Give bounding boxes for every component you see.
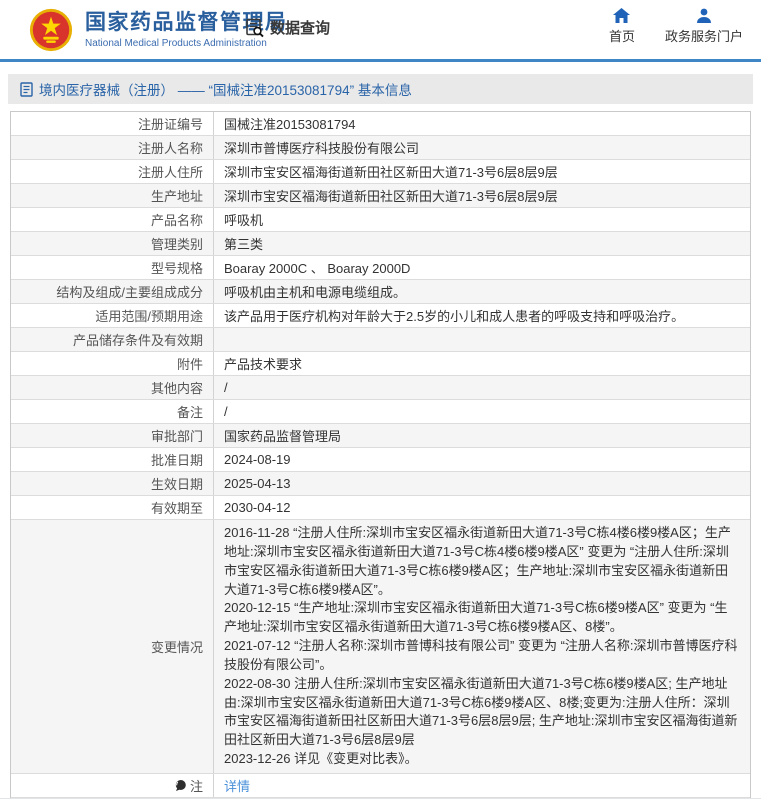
row-value: 该产品用于医疗机构对年龄大于2.5岁的小儿和成人患者的呼吸支持和呼吸治疗。 <box>214 304 750 327</box>
table-row-change-history: 变更情况 2016-11-28 “注册人住所:深圳市宝安区福永街道新田大道71-… <box>11 520 750 774</box>
row-label: 产品名称 <box>11 208 214 231</box>
row-label: 生产地址 <box>11 184 214 207</box>
row-label: 注册证编号 <box>11 112 214 135</box>
document-search-icon <box>245 18 265 38</box>
row-value: 详情 <box>214 774 750 797</box>
data-query-button[interactable]: 数据查询 <box>245 17 330 38</box>
table-row-remarks: 备注 / <box>11 400 750 424</box>
site-header: 国家药品监督管理局 National Medical Products Admi… <box>0 0 761 62</box>
row-label: 其他内容 <box>11 376 214 399</box>
row-label: 备注 <box>11 400 214 423</box>
row-value: 国家药品监督管理局 <box>214 424 750 447</box>
document-icon <box>20 82 33 97</box>
comment-bubble-icon <box>174 779 187 792</box>
table-row-other-content: 其他内容 / <box>11 376 750 400</box>
row-value: 深圳市宝安区福海街道新田社区新田大道71-3号6层8层9层 <box>214 184 750 207</box>
row-label: 附件 <box>11 352 214 375</box>
row-value: / <box>214 400 750 423</box>
table-row-attachment: 附件 产品技术要求 <box>11 352 750 376</box>
table-row-storage-validity: 产品储存条件及有效期 <box>11 328 750 352</box>
row-value: 2030-04-12 <box>214 496 750 519</box>
table-row-production-address: 生产地址 深圳市宝安区福海街道新田社区新田大道71-3号6层8层9层 <box>11 184 750 208</box>
table-row-expiry-date: 有效期至 2030-04-12 <box>11 496 750 520</box>
row-value: 第三类 <box>214 232 750 255</box>
breadcrumb-text: 境内医疗器械（注册） —— “国械注准20153081794” 基本信息 <box>39 79 412 99</box>
table-row-note: 注 详情 <box>11 774 750 798</box>
data-query-label: 数据查询 <box>270 17 330 38</box>
row-label: 型号规格 <box>11 256 214 279</box>
row-value: / <box>214 376 750 399</box>
table-row-intended-use: 适用范围/预期用途 该产品用于医疗机构对年龄大于2.5岁的小儿和成人患者的呼吸支… <box>11 304 750 328</box>
row-label: 生效日期 <box>11 472 214 495</box>
table-row-model-spec: 型号规格 Boaray 2000C 、 Boaray 2000D <box>11 256 750 280</box>
nav-gov-portal-label: 政务服务门户 <box>665 26 743 45</box>
row-value: 深圳市普博医疗科技股份有限公司 <box>214 136 750 159</box>
row-value: 呼吸机 <box>214 208 750 231</box>
row-label: 适用范围/预期用途 <box>11 304 214 327</box>
row-value: 国械注准20153081794 <box>214 112 750 135</box>
row-label: 变更情况 <box>11 520 214 773</box>
nav-home-label: 首页 <box>609 26 635 45</box>
row-value: 产品技术要求 <box>214 352 750 375</box>
row-value: Boaray 2000C 、 Boaray 2000D <box>214 256 750 279</box>
note-label: 注 <box>190 776 203 795</box>
table-row-approval-department: 审批部门 国家药品监督管理局 <box>11 424 750 448</box>
table-row-management-class: 管理类别 第三类 <box>11 232 750 256</box>
row-label: 审批部门 <box>11 424 214 447</box>
page: 国家药品监督管理局 National Medical Products Admi… <box>0 0 761 799</box>
table-row-effective-date: 生效日期 2025-04-13 <box>11 472 750 496</box>
row-value: 2025-04-13 <box>214 472 750 495</box>
breadcrumb: 境内医疗器械（注册） —— “国械注准20153081794” 基本信息 <box>8 74 753 104</box>
row-label: 结构及组成/主要组成成分 <box>11 280 214 303</box>
row-value: 呼吸机由主机和电源电缆组成。 <box>214 280 750 303</box>
row-label: 管理类别 <box>11 232 214 255</box>
org-title-en: National Medical Products Administration <box>85 38 288 49</box>
nav-gov-portal[interactable]: 政务服务门户 <box>665 8 743 45</box>
person-icon <box>696 8 712 23</box>
details-link[interactable]: 详情 <box>224 776 250 795</box>
table-row-registrant-name: 注册人名称 深圳市普博医疗科技股份有限公司 <box>11 136 750 160</box>
top-nav: 首页 政务服务门户 <box>609 8 743 45</box>
national-emblem-icon <box>28 7 74 53</box>
table-row-registrant-address: 注册人住所 深圳市宝安区福海街道新田社区新田大道71-3号6层8层9层 <box>11 160 750 184</box>
row-value: 深圳市宝安区福海街道新田社区新田大道71-3号6层8层9层 <box>214 160 750 183</box>
row-value: 2024-08-19 <box>214 448 750 471</box>
table-row-product-name: 产品名称 呼吸机 <box>11 208 750 232</box>
registration-info-table: 注册证编号 国械注准20153081794 注册人名称 深圳市普博医疗科技股份有… <box>10 111 751 798</box>
table-row-reg-number: 注册证编号 国械注准20153081794 <box>11 112 750 136</box>
home-icon <box>613 8 630 23</box>
table-row-approval-date: 批准日期 2024-08-19 <box>11 448 750 472</box>
row-label: 注 <box>11 774 214 797</box>
row-label: 产品储存条件及有效期 <box>11 328 214 351</box>
nav-home[interactable]: 首页 <box>609 8 635 45</box>
row-value <box>214 328 750 351</box>
row-value: 2016-11-28 “注册人住所:深圳市宝安区福永街道新田大道71-3号C栋4… <box>214 520 750 773</box>
row-label: 有效期至 <box>11 496 214 519</box>
table-row-structure-composition: 结构及组成/主要组成成分 呼吸机由主机和电源电缆组成。 <box>11 280 750 304</box>
row-label: 注册人名称 <box>11 136 214 159</box>
row-label: 批准日期 <box>11 448 214 471</box>
row-label: 注册人住所 <box>11 160 214 183</box>
